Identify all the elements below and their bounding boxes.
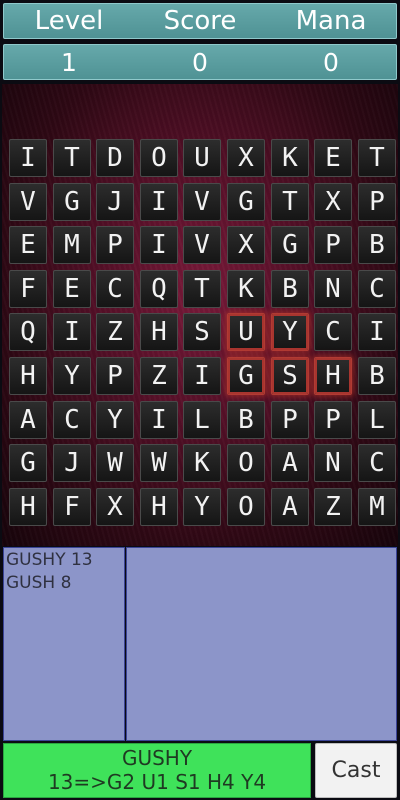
mana-value: 0 [323, 47, 339, 77]
letter-tile[interactable]: D [96, 139, 134, 177]
letter-tile[interactable]: Z [314, 488, 352, 526]
letter-tile[interactable]: S [183, 313, 221, 351]
letter-tile[interactable]: A [271, 444, 309, 482]
letter-tile[interactable]: L [183, 401, 221, 439]
letter-tile[interactable]: C [358, 270, 396, 308]
letter-tile[interactable]: P [96, 357, 134, 395]
letter-tile[interactable]: E [9, 226, 47, 264]
letter-tile[interactable]: X [227, 226, 265, 264]
letter-tile[interactable]: X [314, 183, 352, 221]
letter-tile[interactable]: B [271, 270, 309, 308]
letter-tile[interactable]: P [96, 226, 134, 264]
current-word-display: GUSHY 13=>G2 U1 S1 H4 Y4 [3, 743, 311, 798]
letter-tile[interactable]: C [358, 444, 396, 482]
letter-tile[interactable]: H [140, 488, 178, 526]
letter-tile[interactable]: Y [53, 357, 91, 395]
score-value: 0 [192, 47, 208, 77]
letter-tile[interactable]: T [271, 183, 309, 221]
letter-tile[interactable]: F [53, 488, 91, 526]
letter-tile[interactable]: V [9, 183, 47, 221]
current-word: GUSHY [121, 746, 193, 770]
letter-tile[interactable]: Y [183, 488, 221, 526]
letter-tile[interactable]: M [358, 488, 396, 526]
letter-tile[interactable]: Y [96, 401, 134, 439]
found-words-panel: GUSHY 13 GUSH 8 [3, 547, 125, 741]
letter-tile[interactable]: O [227, 488, 265, 526]
letter-tile[interactable]: G [9, 444, 47, 482]
letter-grid: ITDOUXKETVGJIVGTXPEMPIVXGPBFECQTKBNCQIZH… [2, 84, 398, 546]
letter-tile[interactable]: W [96, 444, 134, 482]
letter-tile[interactable]: G [227, 357, 265, 395]
letter-tile[interactable]: C [53, 401, 91, 439]
letter-tile[interactable]: G [271, 226, 309, 264]
hud-labels-bar: Level Score Mana [3, 3, 397, 39]
letter-tile[interactable]: P [314, 226, 352, 264]
letter-tile[interactable]: N [314, 444, 352, 482]
letter-tile[interactable]: V [183, 226, 221, 264]
letter-tile[interactable]: J [53, 444, 91, 482]
letter-tile[interactable]: H [9, 357, 47, 395]
cast-button[interactable]: Cast [315, 743, 397, 798]
letter-tile[interactable]: N [314, 270, 352, 308]
letter-tile[interactable]: J [96, 183, 134, 221]
letter-tile[interactable]: T [183, 270, 221, 308]
found-word-entry: GUSH 8 [6, 573, 72, 593]
letter-tile[interactable]: F [9, 270, 47, 308]
letter-tile[interactable]: L [358, 401, 396, 439]
letter-tile[interactable]: Y [271, 313, 309, 351]
letter-tile[interactable]: E [53, 270, 91, 308]
letter-tile[interactable]: Q [9, 313, 47, 351]
letter-tile[interactable]: B [358, 357, 396, 395]
letter-tile[interactable]: T [358, 139, 396, 177]
letter-tile[interactable]: B [358, 226, 396, 264]
hud-values-bar: 1 0 0 [3, 44, 397, 80]
letter-tile[interactable]: V [183, 183, 221, 221]
level-label: Level [34, 6, 104, 36]
letter-tile[interactable]: H [314, 357, 352, 395]
letter-tile[interactable]: K [227, 270, 265, 308]
letter-tile[interactable]: S [271, 357, 309, 395]
letter-tile[interactable]: U [183, 139, 221, 177]
mana-label: Mana [295, 6, 367, 36]
letter-board: ITDOUXKETVGJIVGTXPEMPIVXGPBFECQTKBNCQIZH… [2, 84, 398, 546]
letter-tile[interactable]: O [227, 444, 265, 482]
letter-tile[interactable]: G [53, 183, 91, 221]
info-panel [126, 547, 397, 741]
letter-tile[interactable]: Z [140, 357, 178, 395]
letter-tile[interactable]: C [96, 270, 134, 308]
letter-tile[interactable]: I [9, 139, 47, 177]
letter-tile[interactable]: B [227, 401, 265, 439]
level-value: 1 [61, 47, 77, 77]
letter-tile[interactable]: I [140, 183, 178, 221]
letter-tile[interactable]: P [271, 401, 309, 439]
letter-tile[interactable]: T [53, 139, 91, 177]
letter-tile[interactable]: I [183, 357, 221, 395]
letter-tile[interactable]: Z [96, 313, 134, 351]
letter-tile[interactable]: A [271, 488, 309, 526]
letter-tile[interactable]: M [53, 226, 91, 264]
letter-tile[interactable]: U [227, 313, 265, 351]
letter-tile[interactable]: K [271, 139, 309, 177]
letter-tile[interactable]: I [140, 226, 178, 264]
letter-tile[interactable]: Q [140, 270, 178, 308]
letter-tile[interactable]: K [183, 444, 221, 482]
score-label: Score [163, 6, 237, 36]
letter-tile[interactable]: W [140, 444, 178, 482]
letter-tile[interactable]: I [358, 313, 396, 351]
letter-tile[interactable]: G [227, 183, 265, 221]
letter-tile[interactable]: X [96, 488, 134, 526]
letter-tile[interactable]: I [53, 313, 91, 351]
letter-tile[interactable]: P [314, 401, 352, 439]
letter-tile[interactable]: O [140, 139, 178, 177]
letter-tile[interactable]: H [140, 313, 178, 351]
letter-tile[interactable]: H [9, 488, 47, 526]
letter-tile[interactable]: X [227, 139, 265, 177]
letter-tile[interactable]: A [9, 401, 47, 439]
letter-tile[interactable]: E [314, 139, 352, 177]
letter-tile[interactable]: I [140, 401, 178, 439]
letter-tile[interactable]: P [358, 183, 396, 221]
current-word-score: 13=>G2 U1 S1 H4 Y4 [47, 770, 267, 794]
letter-tile[interactable]: C [314, 313, 352, 351]
found-word-entry: GUSHY 13 [6, 550, 93, 570]
